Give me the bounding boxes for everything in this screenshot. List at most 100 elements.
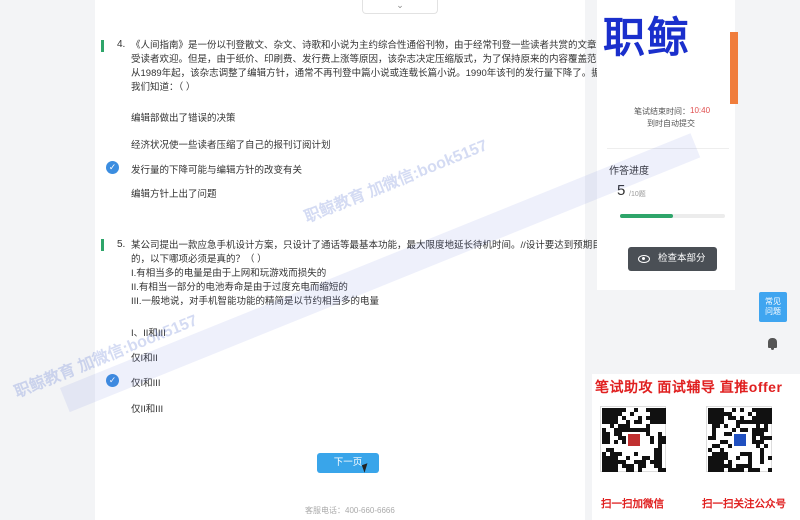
qr-module xyxy=(614,432,618,436)
qr-module xyxy=(650,440,654,444)
qr-module xyxy=(760,432,764,436)
qr-module xyxy=(716,464,720,468)
qr-module xyxy=(602,428,606,432)
qr-module xyxy=(614,468,618,472)
qr-module xyxy=(646,428,650,432)
progress-total: /10题 xyxy=(629,191,646,198)
qr-module xyxy=(602,468,606,472)
ad-caption-wechat: 扫一扫加微信 xyxy=(601,498,664,510)
qr-module xyxy=(716,412,720,416)
qr-module xyxy=(720,452,724,456)
qr-module xyxy=(712,420,716,424)
qr-module xyxy=(630,412,634,416)
qr-module xyxy=(654,452,658,456)
qr-module xyxy=(724,452,728,456)
qr-module xyxy=(760,412,764,416)
qr-module xyxy=(752,436,756,440)
qr-module xyxy=(744,420,748,424)
progress-title: 作答进度 xyxy=(609,166,649,177)
qr-module xyxy=(716,416,720,420)
qr-module xyxy=(658,456,662,460)
question-5-line: II.有相当一部分的电池寿命是由于过度充电而缩短的 xyxy=(131,282,348,293)
question-5-option-b[interactable]: 仅I和II xyxy=(131,350,158,364)
qr-module xyxy=(756,420,760,424)
qr-module xyxy=(638,468,642,472)
qr-module xyxy=(712,416,716,420)
question-4-line: 我们知道：（ ） xyxy=(131,82,196,93)
qr-module xyxy=(658,440,662,444)
brand-logo: 职鲸 xyxy=(603,13,692,62)
qr-module xyxy=(760,440,764,444)
question-4-option-d[interactable]: 编辑方针上出了问题 xyxy=(131,186,217,200)
qr-module xyxy=(642,456,646,460)
qr-module xyxy=(720,416,724,420)
qr-module xyxy=(740,452,744,456)
qr-module xyxy=(646,408,650,412)
qr-module xyxy=(720,412,724,416)
question-4-line: 从1989年起，该杂志调整了编辑方针，通常不再刊登中篇小说或连载长篇小说。199… xyxy=(131,68,620,79)
question-5-line: III.一般地说，对手机智能功能的精简是以节约相当多的电量 xyxy=(131,296,380,307)
qr-module xyxy=(760,456,764,460)
qr-module xyxy=(768,416,772,420)
qr-module xyxy=(760,436,764,440)
question-5-option-a[interactable]: I、II和III xyxy=(131,325,166,339)
qr-module xyxy=(764,408,768,412)
qr-module xyxy=(716,460,720,464)
qr-module xyxy=(752,428,756,432)
qr-module xyxy=(638,420,642,424)
qr-module xyxy=(658,408,662,412)
qr-module xyxy=(728,412,732,416)
qr-module xyxy=(756,412,760,416)
qr-module xyxy=(748,464,752,468)
qr-module xyxy=(626,464,630,468)
qr-module xyxy=(638,460,642,464)
qr-module xyxy=(728,460,732,464)
faq-button[interactable]: 常见 问题 xyxy=(759,292,787,322)
qr-module xyxy=(768,412,772,416)
qr-module xyxy=(606,468,610,472)
qr-module xyxy=(752,420,756,424)
qr-module xyxy=(764,444,768,448)
qr-module xyxy=(614,420,618,424)
question-5-option-d[interactable]: 仅II和III xyxy=(131,401,163,415)
qr-module xyxy=(626,420,630,424)
qr-module xyxy=(720,464,724,468)
qr-module xyxy=(606,456,610,460)
question-4-option-a[interactable]: 编辑部做出了错误的决策 xyxy=(131,110,236,124)
qr-module xyxy=(610,448,614,452)
qr-module xyxy=(768,408,772,412)
bell-icon[interactable] xyxy=(768,338,777,350)
qr-module xyxy=(756,408,760,412)
qr-module xyxy=(724,456,728,460)
qr-module xyxy=(606,440,610,444)
qr-module xyxy=(622,460,626,464)
qr-module xyxy=(662,436,666,440)
question-marker xyxy=(101,40,104,52)
qr-module xyxy=(650,460,654,464)
question-4-option-b[interactable]: 经济状况使一些读者压缩了自己的报刊订阅计划 xyxy=(131,137,331,151)
qr-module xyxy=(610,408,614,412)
timer-note: 到时自动提交 xyxy=(647,119,695,128)
qr-module xyxy=(724,432,728,436)
faq-label-2: 问题 xyxy=(765,307,781,316)
question-4-option-c[interactable]: 发行量的下降可能与编辑方针的改变有关 xyxy=(131,162,302,176)
collapse-tab[interactable]: ⌄ xyxy=(362,0,438,14)
qr-module xyxy=(650,408,654,412)
qr-module xyxy=(736,420,740,424)
qr-module xyxy=(662,420,666,424)
qr-module xyxy=(756,428,760,432)
qr-module xyxy=(626,468,630,472)
qr-module xyxy=(748,468,752,472)
qr-module xyxy=(748,452,752,456)
qr-module xyxy=(728,416,732,420)
qr-module xyxy=(752,432,756,436)
qr-module xyxy=(768,456,772,460)
question-5-option-c[interactable]: 仅I和III xyxy=(131,375,161,389)
qr-module xyxy=(720,408,724,412)
qr-module xyxy=(618,432,622,436)
qr-module xyxy=(764,424,768,428)
qr-module xyxy=(712,464,716,468)
qr-module xyxy=(602,416,606,420)
qr-module xyxy=(736,464,740,468)
qr-module xyxy=(630,464,634,468)
